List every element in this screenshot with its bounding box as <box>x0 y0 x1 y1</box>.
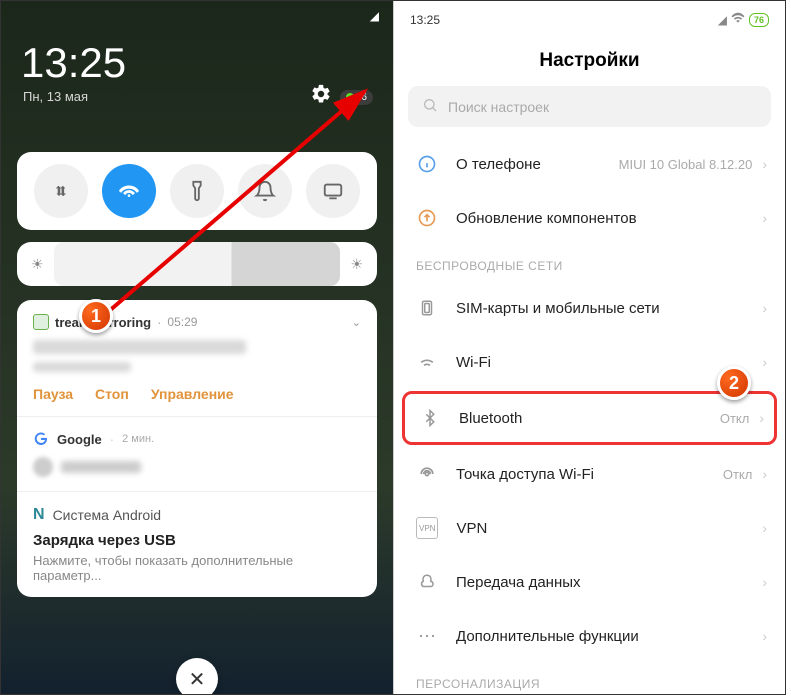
sun-bright-icon: ☀ <box>350 256 363 273</box>
info-icon <box>416 153 438 175</box>
section-wireless: БЕСПРОВОДНЫЕ СЕТИ <box>394 245 785 281</box>
phone-notification-shade: ◢ 13:25 Пн, 13 мая 76 ☀ ☀ <box>1 1 393 694</box>
quick-toggles-panel <box>17 152 377 230</box>
chevron-right-icon: › <box>762 156 767 172</box>
brightness-slider[interactable]: ☀ ☀ <box>17 242 377 286</box>
toggle-cast[interactable] <box>306 164 360 218</box>
setting-row-bluetooth[interactable]: Bluetooth Откл › <box>402 391 777 445</box>
setting-row-about[interactable]: О телефоне MIUI 10 Global 8.12.20 › <box>394 137 785 191</box>
chevron-right-icon: › <box>762 354 767 370</box>
sun-dim-icon: ☀ <box>31 256 44 273</box>
hotspot-icon <box>416 463 438 485</box>
data-transfer-icon <box>416 571 438 593</box>
setting-row-update[interactable]: Обновление компонентов › <box>394 191 785 245</box>
more-icon: ⋯ <box>416 625 438 647</box>
statusbar-right: 13:25 ◢ 76 <box>394 1 785 38</box>
notif-action-stop[interactable]: Стоп <box>95 386 129 402</box>
toggle-dnd[interactable] <box>238 164 292 218</box>
mirror-app-icon <box>33 314 49 330</box>
setting-row-sim[interactable]: SIM-карты и мобильные сети › <box>394 281 785 335</box>
chevron-right-icon: › <box>762 466 767 482</box>
google-icon <box>33 431 49 447</box>
android-icon: N <box>33 506 45 524</box>
notifications-card: tream Mirroring · 05:29 ⌄ Пауза Стоп Упр… <box>17 300 377 597</box>
search-input[interactable]: Поиск настроек <box>408 86 771 127</box>
annotation-marker-2: 2 <box>717 366 751 400</box>
chevron-right-icon: › <box>762 628 767 644</box>
battery-badge: 76 <box>340 90 373 105</box>
notif-action-control[interactable]: Управление <box>151 386 234 402</box>
setting-row-hotspot[interactable]: Точка доступа Wi-Fi Откл › <box>394 447 785 501</box>
toggle-mobile-data[interactable] <box>34 164 88 218</box>
signal-icon: ◢ <box>718 13 727 27</box>
section-personal: ПЕРСОНАЛИЗАЦИЯ <box>394 663 785 694</box>
setting-row-more[interactable]: ⋯ Дополнительные функции › <box>394 609 785 663</box>
update-icon <box>416 207 438 229</box>
chevron-right-icon: › <box>762 300 767 316</box>
phone-settings: 13:25 ◢ 76 Настройки Поиск настроек О те… <box>393 1 785 694</box>
chevron-right-icon: › <box>762 210 767 226</box>
toggle-flashlight[interactable] <box>170 164 224 218</box>
wifi-icon <box>731 11 745 28</box>
dismiss-all-button[interactable]: ✕ <box>176 658 218 694</box>
statusbar-left: ◢ <box>1 1 393 31</box>
toggle-wifi[interactable] <box>102 164 156 218</box>
search-icon <box>422 97 438 116</box>
vpn-icon: VPN <box>416 517 438 539</box>
setting-row-data-transfer[interactable]: Передача данных › <box>394 555 785 609</box>
annotation-marker-1: 1 <box>79 299 113 333</box>
setting-row-vpn[interactable]: VPN VPN › <box>394 501 785 555</box>
chevron-down-icon: ⌄ <box>352 316 361 329</box>
sim-icon <box>416 297 438 319</box>
signal-icon: ◢ <box>370 9 379 23</box>
chevron-right-icon: › <box>762 520 767 536</box>
bluetooth-icon <box>419 407 441 429</box>
chevron-right-icon: › <box>759 410 764 426</box>
notif-action-pause[interactable]: Пауза <box>33 386 73 402</box>
settings-gear-icon[interactable] <box>310 83 332 111</box>
battery-indicator: 76 <box>749 13 769 27</box>
lockscreen-clock: 13:25 <box>1 31 393 87</box>
chevron-right-icon: › <box>762 574 767 590</box>
wifi-row-icon <box>416 351 438 373</box>
page-title: Настройки <box>394 38 785 86</box>
notification-item-system[interactable]: N Система Android <box>33 506 361 524</box>
notification-item-google[interactable]: Google · 2 мин. <box>33 431 361 447</box>
